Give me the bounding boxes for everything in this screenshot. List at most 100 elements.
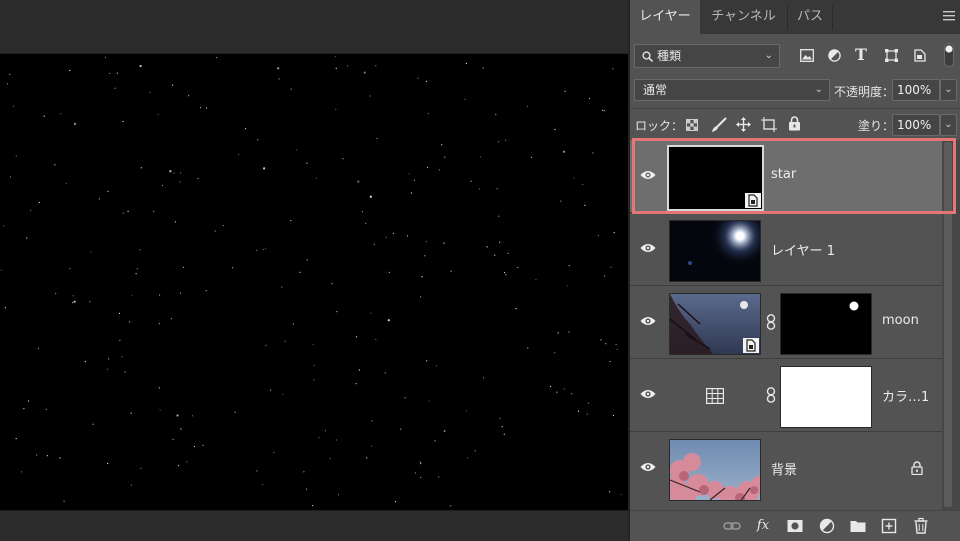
layer-row-color-fill[interactable]: カラ…1 xyxy=(630,359,942,432)
star-dot xyxy=(214,230,216,232)
mask-icon[interactable] xyxy=(786,517,804,535)
filter-kind-select[interactable]: 種類 ⌄ xyxy=(634,44,780,68)
lock-position-icon[interactable] xyxy=(736,117,751,132)
star-dot xyxy=(384,372,386,374)
star-dot xyxy=(278,78,280,80)
layer-row-moon[interactable]: moon xyxy=(630,286,942,359)
star-dot xyxy=(306,162,308,164)
star-dot xyxy=(38,201,40,204)
type-filter-icon[interactable]: T xyxy=(855,45,867,64)
layer-row-star[interactable]: star xyxy=(630,140,942,213)
link-icon[interactable] xyxy=(723,517,741,535)
adjustment-icon[interactable] xyxy=(818,517,836,535)
star-dot xyxy=(124,371,126,373)
fill-layer-grid-icon xyxy=(706,388,724,404)
blend-mode-select[interactable]: 通常 ⌄ xyxy=(634,79,830,101)
lock-pixels-brush-icon[interactable] xyxy=(711,117,727,133)
shape-filter-icon[interactable] xyxy=(885,49,898,62)
star-dot xyxy=(556,391,558,393)
star-dot xyxy=(15,438,17,440)
mask-link-icon[interactable] xyxy=(766,314,776,330)
star-dot xyxy=(7,83,9,85)
new-layer-icon[interactable] xyxy=(880,517,898,535)
lock-all-icon[interactable] xyxy=(788,116,801,131)
layer-lock-icon[interactable] xyxy=(911,461,923,475)
layer-mask-thumbnail-moon[interactable] xyxy=(780,293,872,355)
star-dot xyxy=(315,177,318,179)
opacity-input[interactable]: 100% xyxy=(892,79,940,101)
visibility-eye-icon[interactable] xyxy=(640,169,656,181)
star-dot xyxy=(486,246,488,248)
star-dot xyxy=(179,172,182,174)
star-dot xyxy=(615,343,617,345)
star-dot xyxy=(329,458,331,460)
star-dot xyxy=(394,501,397,503)
star-dot xyxy=(425,80,427,82)
star-dot xyxy=(173,172,175,174)
trash-icon[interactable] xyxy=(912,517,930,535)
layer-name[interactable]: レイヤー 1 xyxy=(771,240,835,259)
tab-paths[interactable]: パス xyxy=(788,0,832,34)
star-dot xyxy=(45,408,47,410)
star-dot xyxy=(305,488,308,490)
star-dot xyxy=(424,255,426,257)
layer-thumbnail-star xyxy=(667,145,764,211)
chevron-down-icon: ⌄ xyxy=(764,50,773,61)
star-dot xyxy=(501,426,503,428)
visibility-eye-icon[interactable] xyxy=(640,461,656,473)
layers-scrollbar-thumb[interactable] xyxy=(944,142,952,507)
star-dot xyxy=(118,312,121,314)
star-dot xyxy=(161,184,163,187)
layer-row-layer1[interactable]: レイヤー 1 xyxy=(630,213,942,286)
mask-link-icon[interactable] xyxy=(766,387,776,403)
visibility-eye-icon[interactable] xyxy=(640,388,656,400)
star-dot xyxy=(284,340,286,342)
star-dot xyxy=(122,212,124,214)
star-dot xyxy=(507,252,509,254)
layer-row-background[interactable]: 背景 xyxy=(630,432,942,505)
star-dot xyxy=(563,388,565,390)
star-dot xyxy=(172,438,174,440)
lock-artboard-icon[interactable] xyxy=(761,117,777,132)
star-dot xyxy=(597,234,600,236)
fx-icon[interactable]: fx xyxy=(754,517,772,535)
star-dot xyxy=(404,397,406,399)
panel-menu-icon[interactable] xyxy=(943,11,955,21)
star-dot xyxy=(65,182,67,184)
star-dot xyxy=(568,331,570,333)
fill-input[interactable]: 100% xyxy=(892,114,940,136)
star-dot xyxy=(425,241,428,243)
layer-name[interactable]: カラ…1 xyxy=(882,386,929,405)
fill-dropdown-button[interactable]: ⌄ xyxy=(940,114,957,136)
layer-name[interactable]: 背景 xyxy=(771,459,797,478)
star-dot xyxy=(408,173,410,175)
star-dot xyxy=(222,225,224,227)
lock-transparency-icon[interactable] xyxy=(686,119,698,131)
star-dot xyxy=(419,461,421,463)
star-dot xyxy=(363,71,366,74)
lock-row: ロック： 塗り： 100% ⌄ xyxy=(630,108,960,141)
smart-object-filter-icon[interactable] xyxy=(914,49,926,62)
tab-layers[interactable]: レイヤー xyxy=(630,0,700,34)
star-dot xyxy=(265,248,267,250)
star-dot xyxy=(108,358,110,360)
document-tab-bar xyxy=(0,0,628,54)
visibility-eye-icon[interactable] xyxy=(640,315,656,327)
star-dot xyxy=(498,141,500,143)
visibility-eye-icon[interactable] xyxy=(640,242,656,254)
adjustment-filter-icon[interactable] xyxy=(828,49,841,62)
opacity-dropdown-button[interactable]: ⌄ xyxy=(940,79,957,101)
folder-icon[interactable] xyxy=(849,517,867,535)
layer-mask-thumbnail-color-fill[interactable] xyxy=(780,366,872,428)
star-dot xyxy=(568,265,570,267)
layer-name[interactable]: moon xyxy=(882,313,919,328)
star-dot xyxy=(197,177,199,180)
layer-name[interactable]: star xyxy=(771,167,796,182)
document-canvas[interactable] xyxy=(0,54,628,510)
star-dot xyxy=(3,225,5,227)
tab-channels[interactable]: チャンネル xyxy=(700,0,787,34)
filter-toggle[interactable] xyxy=(944,43,954,67)
star-dot xyxy=(191,415,193,417)
star-dot xyxy=(262,483,264,486)
image-filter-icon[interactable] xyxy=(800,49,814,62)
